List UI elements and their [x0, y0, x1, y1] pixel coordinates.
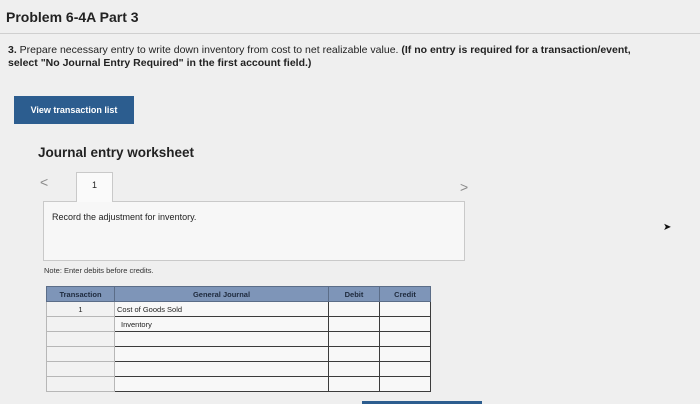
table-row: [46, 361, 431, 377]
debit-credit-note: Note: Enter debits before credits.: [44, 266, 154, 275]
credit-field[interactable]: [379, 316, 431, 332]
table-row: 1 Cost of Goods Sold: [46, 301, 431, 317]
debit-field[interactable]: [328, 331, 380, 347]
account-field[interactable]: [114, 331, 329, 347]
transaction-cell: [46, 331, 115, 347]
col-header-debit: Debit: [328, 286, 380, 302]
credit-field[interactable]: [379, 301, 431, 317]
transaction-cell: [46, 316, 115, 332]
tab-label: 1: [91, 180, 97, 190]
credit-field[interactable]: [379, 376, 431, 392]
debit-field[interactable]: [328, 361, 380, 377]
instruction-note-1: (If no entry is required for a transacti…: [398, 44, 631, 56]
instruction-note-2: select "No Journal Entry Required" in th…: [8, 57, 312, 69]
journal-table: Transaction General Journal Debit Credit…: [46, 286, 431, 392]
debit-field[interactable]: [328, 316, 380, 332]
page-title: Problem 6-4A Part 3: [6, 9, 139, 25]
title-divider: [0, 33, 700, 34]
account-field[interactable]: [114, 346, 329, 362]
debit-field[interactable]: [328, 376, 380, 392]
instruction-text: Prepare necessary entry to write down in…: [16, 44, 399, 56]
mouse-cursor-icon: ➤: [663, 222, 672, 233]
table-row: [46, 346, 431, 362]
table-row: [46, 331, 431, 347]
view-transaction-list-button[interactable]: View transaction list: [14, 96, 134, 124]
prompt-panel: Record the adjustment for inventory.: [43, 201, 465, 261]
table-row: [46, 376, 431, 392]
transaction-cell: [46, 346, 115, 362]
account-field[interactable]: Cost of Goods Sold: [114, 301, 329, 317]
tab-entry-1[interactable]: 1: [76, 172, 113, 202]
worksheet-title: Journal entry worksheet: [38, 145, 195, 160]
account-field[interactable]: Inventory: [114, 316, 329, 332]
col-header-general-journal: General Journal: [114, 286, 329, 302]
credit-field[interactable]: [379, 331, 431, 347]
credit-field[interactable]: [379, 361, 431, 377]
transaction-cell: [46, 361, 115, 377]
chevron-right-icon[interactable]: >: [460, 179, 468, 195]
account-field[interactable]: [114, 376, 329, 392]
transaction-cell: [46, 376, 115, 392]
instructions: 3. Prepare necessary entry to write down…: [8, 44, 698, 70]
account-field[interactable]: [114, 361, 329, 377]
instruction-number: 3.: [8, 44, 17, 56]
journal-header-row: Transaction General Journal Debit Credit: [46, 286, 431, 302]
prompt-text: Record the adjustment for inventory.: [52, 212, 197, 222]
transaction-cell: 1: [46, 301, 115, 317]
col-header-credit: Credit: [379, 286, 431, 302]
table-row: Inventory: [46, 316, 431, 332]
credit-field[interactable]: [379, 346, 431, 362]
col-header-transaction: Transaction: [46, 286, 115, 302]
chevron-left-icon[interactable]: <: [40, 174, 48, 190]
debit-field[interactable]: [328, 346, 380, 362]
debit-field[interactable]: [328, 301, 380, 317]
